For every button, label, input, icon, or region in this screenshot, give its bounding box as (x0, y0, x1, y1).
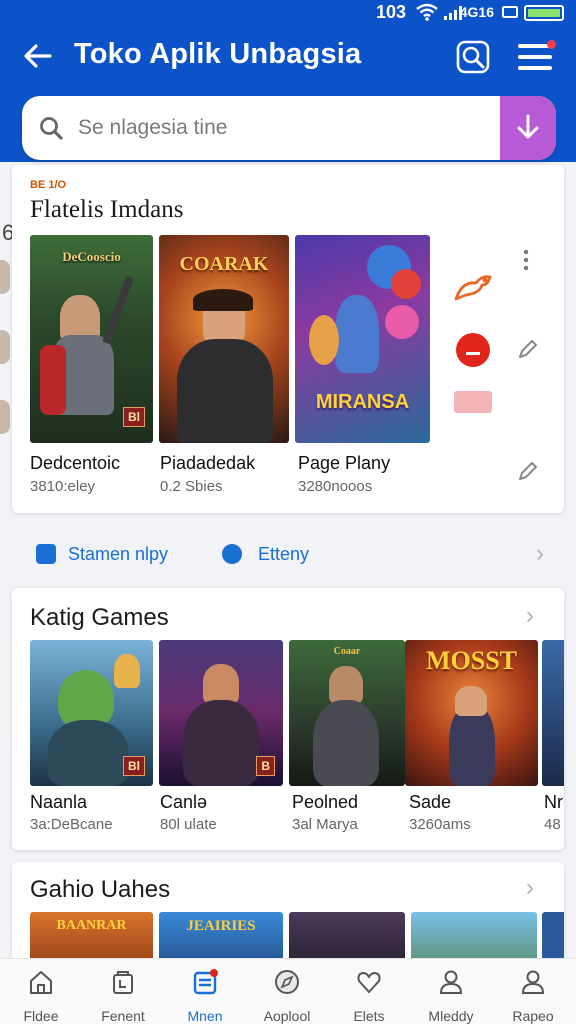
featured-title: Flatelis Imdans (30, 196, 184, 223)
chevron-right-icon[interactable]: › (526, 602, 534, 630)
nav-profile[interactable]: Rapeo (492, 967, 574, 1024)
pencil-icon[interactable] (516, 337, 540, 361)
app-tile[interactable]: DeCooscio Bl (30, 235, 153, 443)
section-title: Katig Games (30, 604, 169, 631)
profile-icon (521, 970, 545, 994)
app-meta: 3810:eley (30, 478, 96, 495)
shield-icon (36, 544, 56, 564)
search-input[interactable] (78, 108, 498, 148)
app-name[interactable]: Piadadedak (160, 453, 255, 474)
app-banner: MIRANSA (315, 391, 410, 413)
nav-apps[interactable]: Mnen (164, 967, 246, 1024)
page-title: Toko Aplik Unbagsia (74, 38, 362, 70)
nav-label: Rapeo (512, 1008, 554, 1024)
app-meta: 3a:DeBcane (30, 816, 113, 833)
nav-favorites[interactable]: Elets (328, 967, 410, 1024)
status-time: 103 (375, 2, 406, 22)
grid-icon (222, 544, 242, 564)
app-banner: COARAK (179, 253, 269, 275)
notification-dot (547, 40, 556, 49)
app-meta: 80l ulate (160, 816, 217, 833)
app-tile[interactable]: COARAK (159, 235, 289, 443)
heart-icon (357, 972, 381, 993)
install-button[interactable] (456, 333, 490, 367)
section-tag: BE 1/O (30, 179, 67, 191)
app-tile[interactable]: B (159, 640, 283, 786)
status-badge (454, 391, 492, 413)
nav-label: Fldee (23, 1008, 59, 1024)
app-banner: JEAIRIES (186, 918, 256, 934)
nav-people[interactable]: Mleddy (410, 967, 492, 1024)
app-header: 103 4G16 Toko Aplik Unbagsia (0, 0, 576, 162)
download-arrow-icon (517, 114, 539, 139)
nav-label: Mnen (187, 1008, 223, 1024)
nav-label: Aoplool (263, 1008, 311, 1024)
app-tile[interactable] (542, 640, 564, 786)
app-tile[interactable]: MIRANSA (295, 235, 430, 443)
tab-stamen[interactable]: Stamen nlpy (68, 544, 168, 565)
pencil-icon[interactable] (516, 459, 540, 483)
games-card: Katig Games › Bl B Coaar MOSST Naanla 3a… (12, 588, 564, 850)
app-name[interactable]: Page Plany (298, 453, 390, 474)
network-type: 4G16 (459, 4, 494, 20)
chevron-right-icon[interactable]: › (536, 540, 544, 568)
nav-label: Elets (353, 1008, 385, 1024)
app-artwork (542, 640, 564, 786)
battery-small-icon (502, 6, 518, 18)
cart-icon (113, 971, 133, 994)
back-arrow-icon[interactable] (22, 40, 54, 72)
chevron-right-icon[interactable]: › (526, 874, 534, 902)
app-name[interactable]: Canlə (160, 792, 207, 813)
wrench-icon[interactable] (452, 269, 496, 305)
tab-etteny[interactable]: Etteny (258, 544, 309, 565)
wifi-icon (416, 3, 438, 21)
bottom-nav: Fldee Fenent Mnen Aoplool Elets Mleddy R… (0, 958, 576, 1024)
header-search-icon[interactable] (456, 40, 490, 74)
nav-label: Mleddy (428, 1008, 474, 1024)
app-banner: MOSST (425, 646, 518, 675)
app-tile[interactable]: Coaar (289, 640, 405, 786)
nav-cart[interactable]: Fenent (82, 967, 164, 1024)
app-name[interactable]: Nr (544, 792, 563, 813)
battery-icon (524, 5, 564, 21)
download-button[interactable] (500, 96, 556, 160)
app-tile[interactable]: MOSST (405, 640, 538, 786)
app-badge: Bl (123, 756, 145, 776)
app-tile[interactable]: Bl (30, 640, 153, 786)
app-name[interactable]: Sade (409, 792, 451, 813)
app-banner: DeCooscio (62, 249, 121, 264)
app-meta: 48 (544, 816, 561, 833)
category-tabs: Stamen nlpy Etteny › (0, 530, 576, 580)
app-meta: 3260ams (409, 816, 471, 833)
featured-card: BE 1/O Flatelis Imdans DeCooscio Bl COAR… (12, 165, 564, 513)
edge-peek: 6 (0, 200, 14, 440)
app-name[interactable]: Dedcentoic (30, 453, 120, 474)
app-name[interactable]: Peolned (292, 792, 358, 813)
app-name[interactable]: Naanla (30, 792, 87, 813)
people-icon (439, 970, 463, 994)
nav-label: Fenent (101, 1008, 145, 1024)
app-badge: Bl (123, 407, 145, 427)
nav-explore[interactable]: Aoplool (246, 967, 328, 1024)
app-banner: BAANRAR (56, 918, 127, 933)
search-icon (40, 117, 63, 140)
app-badge: B (256, 756, 275, 776)
app-meta: 3al Marya (292, 816, 358, 833)
home-icon (30, 971, 52, 994)
compass-icon (275, 970, 299, 994)
section-title: Gahio Uahes (30, 876, 171, 903)
nav-home[interactable]: Fldee (0, 967, 82, 1024)
more-options-icon[interactable] (522, 249, 530, 271)
status-bar: 103 4G16 (0, 0, 576, 26)
search-bar[interactable] (22, 96, 556, 160)
app-meta: 3280nooos (298, 478, 373, 495)
menu-icon[interactable] (518, 40, 556, 70)
app-meta: 0.2 Sbies (160, 478, 223, 495)
app-banner: Coaar (333, 646, 361, 657)
apps-icon (193, 969, 218, 995)
